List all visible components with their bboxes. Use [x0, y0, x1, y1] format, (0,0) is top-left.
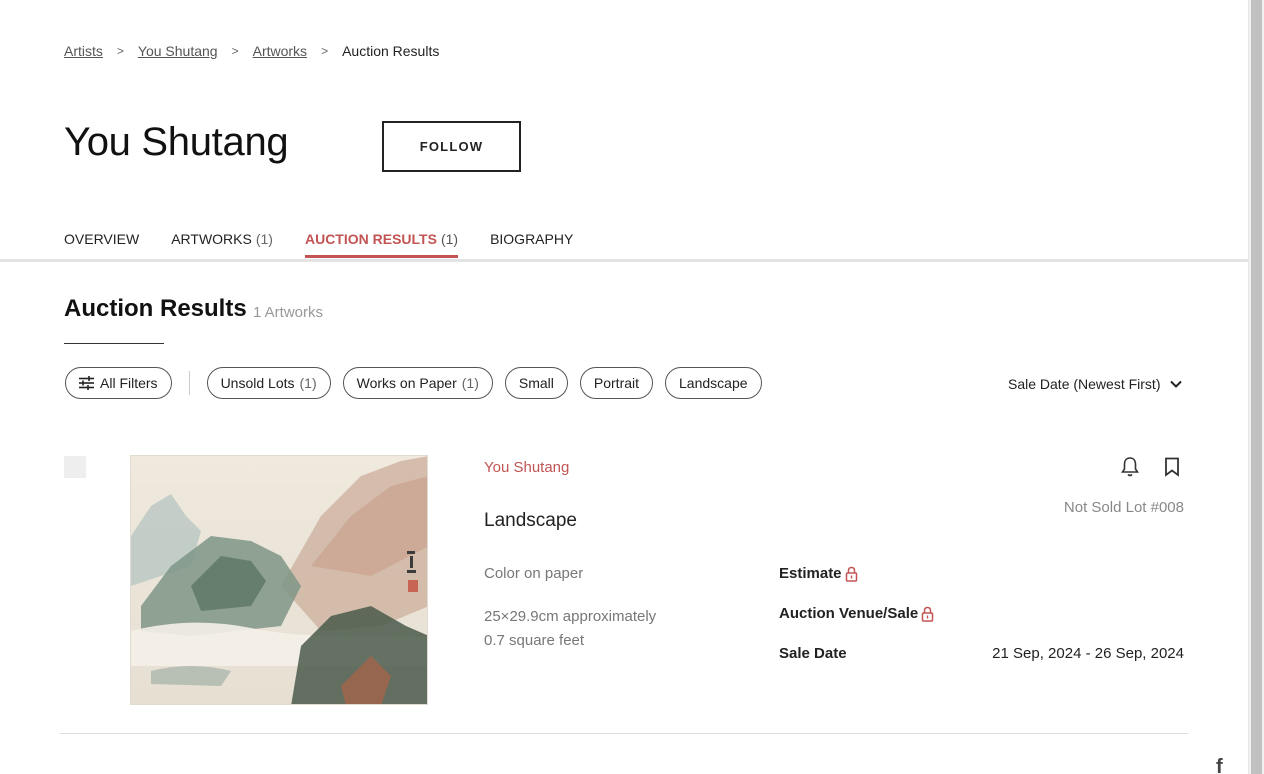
venue-row: Auction Venue/Sale [779, 605, 934, 622]
breadcrumb-artists[interactable]: Artists [64, 43, 103, 59]
filter-pill-unsold-lots[interactable]: Unsold Lots (1) [206, 367, 331, 399]
tabs-divider [0, 259, 1248, 262]
filter-sliders-icon [79, 376, 94, 390]
pill-count: (1) [299, 375, 317, 391]
filter-divider [188, 371, 190, 395]
lot-divider [60, 733, 1188, 734]
filter-pill-works-on-paper[interactable]: Works on Paper (1) [342, 367, 493, 399]
pill-count: (1) [461, 375, 479, 391]
tab-artworks[interactable]: ARTWORKS (1) [171, 231, 273, 258]
lot-artist-link[interactable]: You Shutang [484, 459, 569, 476]
sale-date-label: Sale Date [779, 645, 847, 662]
section-title-underline [64, 343, 164, 344]
lock-icon[interactable] [845, 566, 858, 582]
lot-area: 0.7 square feet [484, 632, 585, 649]
tab-label: AUCTION RESULTS [304, 231, 437, 247]
lot-dimensions-block: 25×29.9cm approximately 0.7 square feet [484, 605, 656, 653]
lot-status: Not Sold Lot #008 [1063, 499, 1184, 516]
lot-medium: Color on paper [484, 565, 584, 582]
estimate-row: Estimate [779, 565, 858, 582]
sort-label: Sale Date (Newest First) [1008, 376, 1161, 392]
venue-label: Auction Venue/Sale [779, 605, 919, 622]
lot-dimensions: 25×29.9cm approximately [484, 608, 657, 625]
section-title: Auction Results [64, 295, 247, 322]
pill-label: Works on Paper [356, 375, 457, 391]
tab-biography[interactable]: BIOGRAPHY [490, 231, 573, 258]
page-title: You Shutang [64, 120, 289, 164]
pill-label: Unsold Lots [220, 375, 295, 391]
pill-label: Portrait [593, 375, 640, 391]
tab-label: ARTWORKS [171, 231, 252, 247]
scrollbar[interactable] [1248, 0, 1264, 774]
section-count: 1 Artworks [253, 304, 324, 321]
tab-label: OVERVIEW [64, 231, 140, 247]
bookmark-icon[interactable] [1164, 457, 1180, 482]
filter-bar: All Filters Unsold Lots (1) Works on Pape… [65, 367, 774, 399]
scrollbar-thumb[interactable] [1251, 0, 1262, 774]
bell-icon[interactable] [1121, 456, 1139, 483]
breadcrumb-artworks[interactable]: Artworks [253, 43, 307, 59]
facebook-icon[interactable]: f [1216, 756, 1223, 774]
tab-count: (1) [440, 231, 459, 247]
tab-count: (1) [255, 231, 273, 247]
pill-label: Landscape [679, 375, 748, 391]
breadcrumb-separator: > [231, 44, 239, 58]
breadcrumb-current: Auction Results [342, 43, 440, 59]
tab-auction-results[interactable]: AUCTION RESULTS (1) [304, 231, 459, 258]
tab-label: BIOGRAPHY [490, 231, 574, 247]
estimate-label: Estimate [779, 565, 842, 582]
sale-date-row: Sale Date [779, 645, 847, 662]
filter-pill-small[interactable]: Small [504, 367, 568, 399]
filter-pill-landscape[interactable]: Landscape [665, 367, 762, 399]
artwork-thumbnail[interactable] [130, 455, 428, 705]
lot-title[interactable]: Landscape [484, 510, 577, 532]
sort-dropdown[interactable]: Sale Date (Newest First) [1008, 376, 1183, 392]
breadcrumb-separator: > [116, 44, 124, 58]
lock-icon[interactable] [921, 606, 934, 622]
filter-pill-portrait[interactable]: Portrait [579, 367, 654, 399]
follow-button[interactable]: FOLLOW [382, 121, 521, 172]
all-filters-label: All Filters [100, 375, 158, 391]
artist-tabs: OVERVIEW ARTWORKS (1) AUCTION RESULTS (1) … [64, 231, 605, 258]
tab-overview[interactable]: OVERVIEW [64, 231, 139, 258]
breadcrumb-separator: > [321, 44, 329, 58]
sale-date-value: 21 Sep, 2024 - 26 Sep, 2024 [992, 645, 1184, 662]
breadcrumb-artist[interactable]: You Shutang [138, 43, 218, 59]
breadcrumb: Artists > You Shutang > Artworks > Aucti… [64, 43, 439, 59]
lot-select-checkbox[interactable] [64, 456, 86, 478]
chevron-down-icon [1170, 380, 1183, 388]
all-filters-button[interactable]: All Filters [65, 367, 172, 399]
pill-label: Small [518, 375, 554, 391]
